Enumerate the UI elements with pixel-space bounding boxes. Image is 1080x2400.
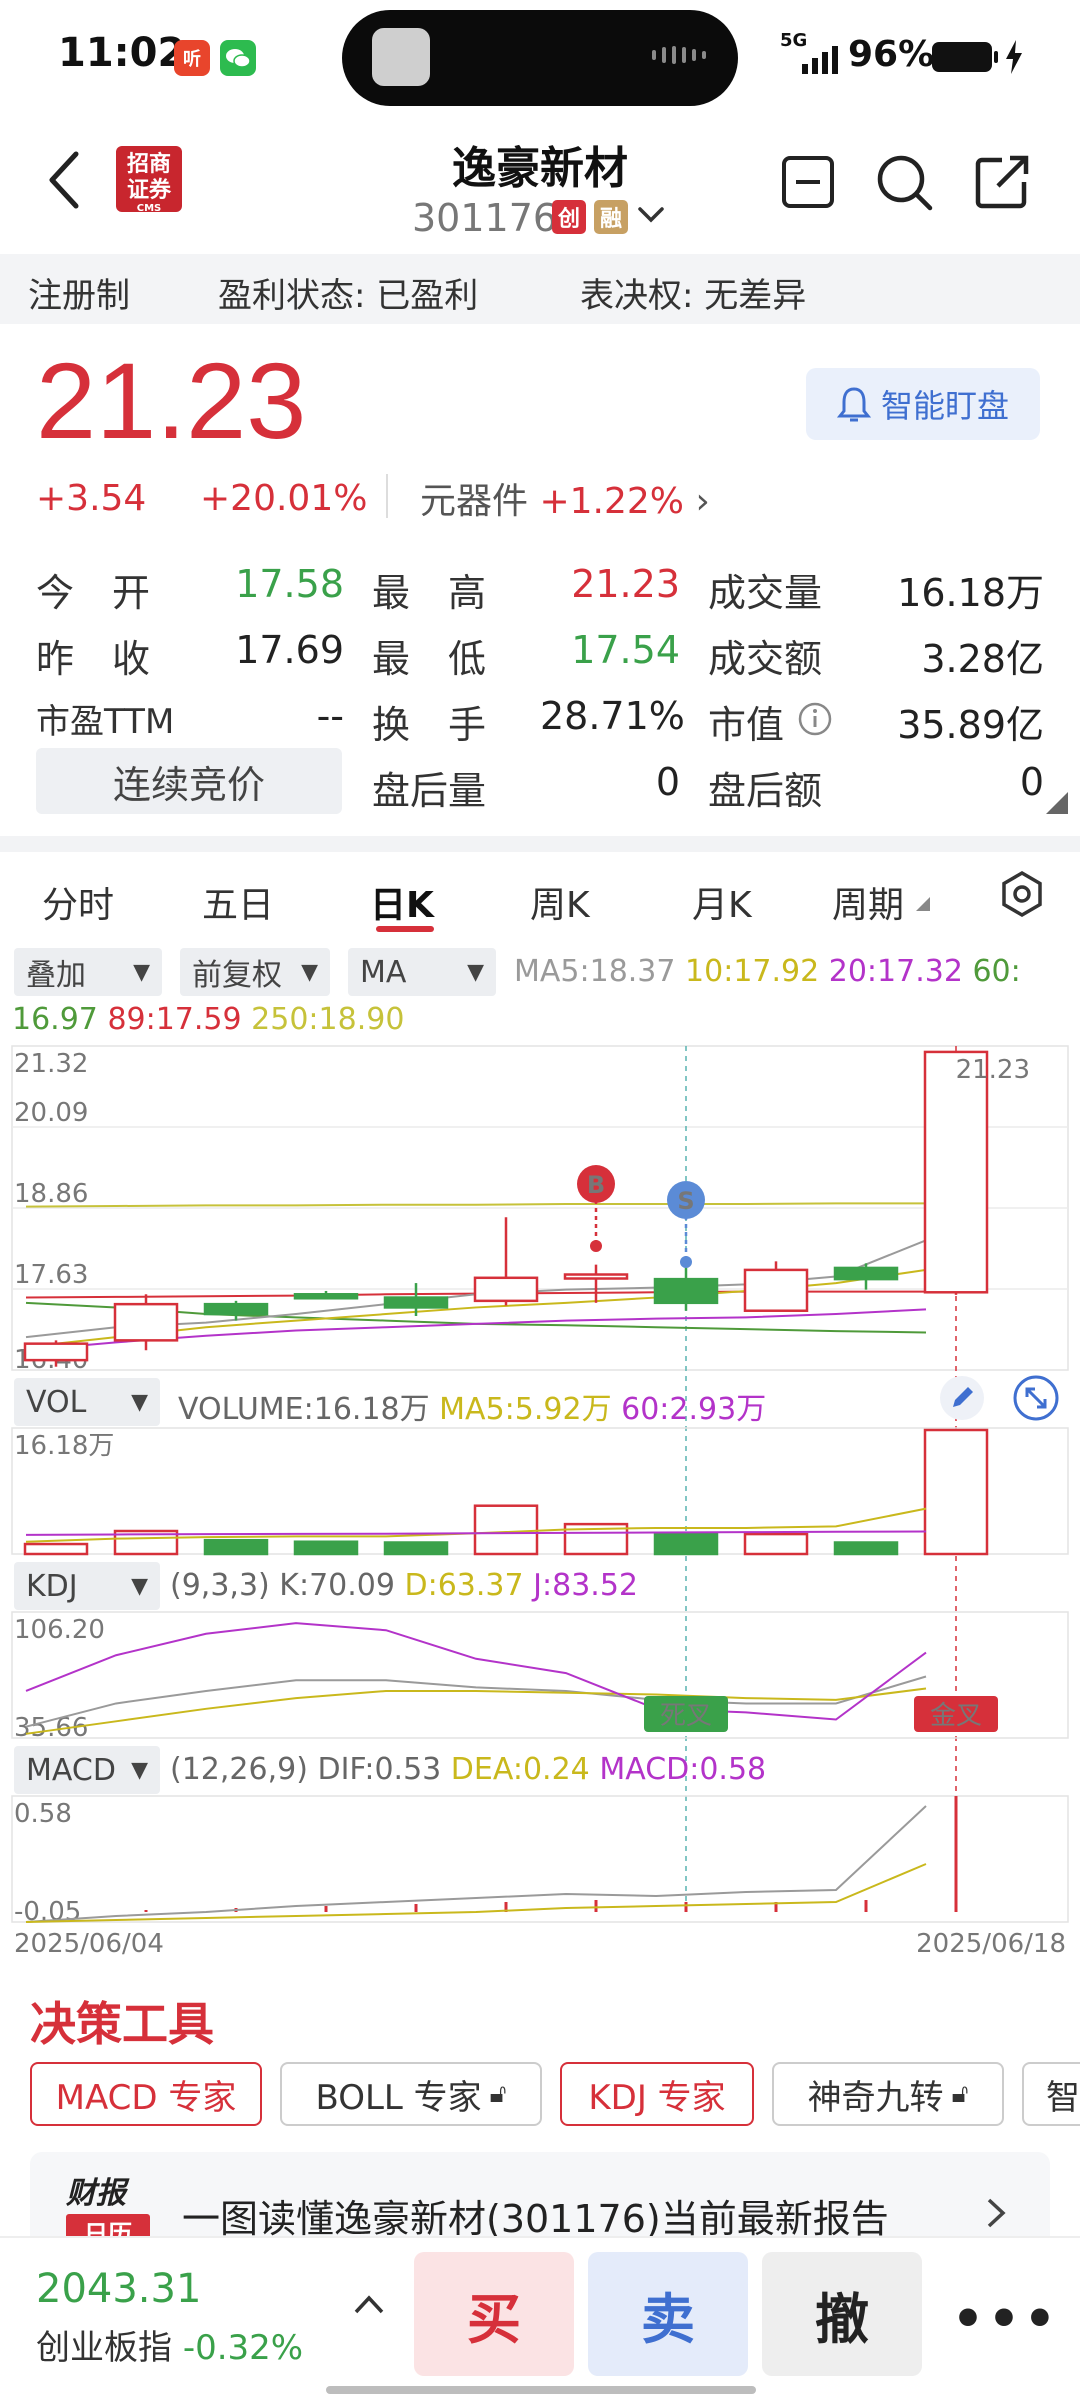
volume-bar <box>203 1538 269 1556</box>
report-text: 一图读懂逸豪新材(301176)当前最新报告 <box>182 2197 889 2241</box>
candle-body <box>833 1266 899 1281</box>
index-value[interactable]: 2043.31 <box>36 2266 201 2312</box>
lock-icon: 🔓︎ <box>951 2078 969 2109</box>
kdj-dropdown[interactable]: KDJ ▼ <box>14 1562 160 1610</box>
kdj-values: (9,3,3) K:70.09 D:63.37 J:83.52 <box>170 1568 638 1603</box>
buy-marker-label: B <box>587 1171 605 1199</box>
macd-expert-chip[interactable]: MACD 专家 <box>30 2062 262 2126</box>
decision-tools-title: 决策工具 <box>30 1997 214 2051</box>
buy-button[interactable]: 买 <box>414 2252 574 2376</box>
macd-values: (12,26,9) DIF:0.53 DEA:0.24 MACD:0.58 <box>170 1752 767 1787</box>
volume-bar <box>473 1504 539 1556</box>
kdj-expert-chip[interactable]: KDJ 专家 <box>560 2062 754 2126</box>
kdj-line <box>25 1687 927 1735</box>
macd-frame <box>11 1795 1069 1923</box>
candle-body <box>743 1268 809 1312</box>
cancel-order-button[interactable]: 撤 <box>762 2252 922 2376</box>
kdj-y-top: 106.20 <box>14 1615 105 1645</box>
date-start-label: 2025/06/04 <box>14 1929 164 1959</box>
more-tool-chip[interactable]: 智 <box>1022 2062 1080 2126</box>
kdj-frame <box>11 1611 1069 1739</box>
date-end-label: 2025/06/18 <box>916 1929 1066 1959</box>
volume-bar <box>653 1532 719 1556</box>
kline-chart[interactable]: 21.3220.0918.8617.6316.4021.23BS16.18万10… <box>0 0 1080 1960</box>
candle-body <box>113 1302 179 1342</box>
macd-y-top: 0.58 <box>14 1799 72 1829</box>
volume-bar <box>383 1541 449 1556</box>
volume-bar <box>923 1428 989 1556</box>
golden-cross-label: 金叉 <box>930 1701 982 1731</box>
volume-bar <box>23 1542 89 1556</box>
y-axis-label: 21.32 <box>14 1049 88 1079</box>
candle-body <box>293 1293 359 1300</box>
candle-body <box>23 1342 89 1362</box>
vol-values: VOLUME:16.18万 MA5:5.92万 60:2.93万 <box>178 1392 767 1427</box>
chevron-up-icon[interactable] <box>352 2292 386 2320</box>
vol-dropdown[interactable]: VOL ▼ <box>14 1378 160 1426</box>
kdj-y-bottom: 35.66 <box>14 1713 88 1743</box>
y-axis-label: 17.63 <box>14 1260 88 1290</box>
candle-body <box>203 1302 269 1316</box>
candle-body <box>923 1050 989 1294</box>
index-name[interactable]: 创业板指 -0.32% <box>36 2320 303 2369</box>
ma-line <box>25 1202 926 1208</box>
macd-line <box>25 1805 927 1923</box>
kdj-line <box>25 1622 927 1721</box>
magic-nine-chip[interactable]: 神奇九转 🔓︎ <box>772 2062 1004 2126</box>
y-axis-label: 18.86 <box>14 1179 88 1209</box>
kdj-line <box>25 1675 927 1728</box>
vol-y-label: 16.18万 <box>14 1431 114 1461</box>
home-indicator <box>326 2386 756 2394</box>
lock-icon: 🔓︎ <box>489 2078 507 2109</box>
y-axis-label: 20.09 <box>14 1098 88 1128</box>
volume-bar <box>833 1541 899 1556</box>
sell-marker-label: S <box>677 1187 694 1215</box>
sell-button[interactable]: 卖 <box>588 2252 748 2376</box>
more-icon[interactable]: ••• <box>952 2290 1060 2348</box>
fullscreen-icon[interactable] <box>1012 1374 1060 1426</box>
chevron-right-icon <box>984 2196 1008 2234</box>
edit-indicator-icon[interactable] <box>938 1374 986 1426</box>
candle-body <box>653 1277 719 1305</box>
macd-dropdown[interactable]: MACD ▼ <box>14 1746 160 1794</box>
last-price-label: 21.23 <box>956 1055 1030 1085</box>
candle-body <box>473 1276 539 1303</box>
candle-body <box>563 1273 629 1280</box>
divider <box>0 2236 1080 2238</box>
volume-bar <box>743 1532 809 1556</box>
sell-marker-dot <box>680 1256 692 1268</box>
volume-bar <box>293 1540 359 1556</box>
buy-marker-dot <box>590 1240 602 1252</box>
candle-body <box>383 1296 449 1309</box>
boll-expert-chip[interactable]: BOLL 专家 🔓︎ <box>280 2062 542 2126</box>
dead-cross-label: 死叉 <box>660 1701 712 1731</box>
